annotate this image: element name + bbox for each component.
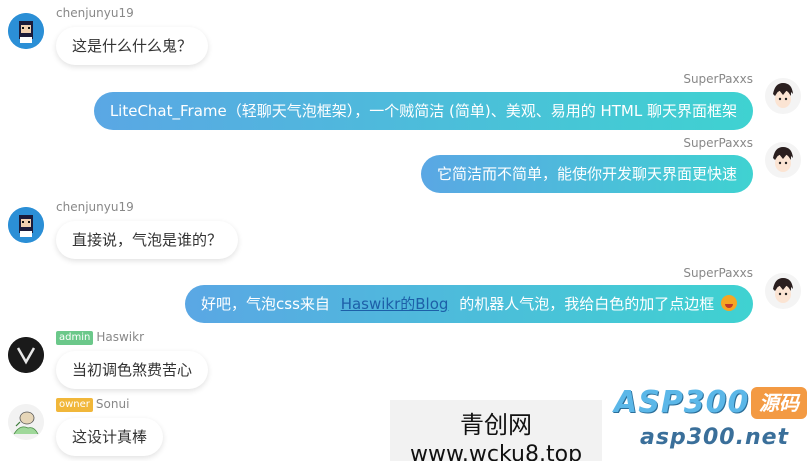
message-bubble: 当初调色煞费苦心	[56, 351, 209, 389]
avatar[interactable]	[8, 337, 44, 373]
message-bubble: 它简洁而不简单，能使你开发聊天界面更快速	[420, 155, 753, 193]
message-bubble: 这是什么什么鬼？	[56, 27, 209, 65]
message-text: 好吧，气泡css来自	[201, 295, 330, 313]
avatar[interactable]	[765, 273, 801, 309]
message-bubble: LiteChat_Frame（轻聊天气泡框架），一个贼简洁 (简单)、美观、易用…	[93, 92, 753, 130]
logo-badge: 源码	[751, 387, 807, 419]
watermark-title: 青创网	[460, 411, 532, 439]
owner-badge: owner	[56, 398, 93, 412]
username: chenjunyu19	[56, 6, 134, 20]
message-bubble: 直接说，气泡是谁的？	[56, 221, 239, 259]
anime-boy-icon	[765, 273, 801, 309]
avatar[interactable]	[765, 78, 801, 114]
message-bubble: 好吧，气泡css来自 Haswikr的Blog 的机器人气泡，我给白色的加了点边…	[185, 285, 753, 323]
username: SuperPaxxs	[683, 266, 753, 280]
anime-boy-icon	[765, 142, 801, 178]
watermark: 青创网 www.wcku8.top	[390, 400, 602, 461]
avatar[interactable]	[8, 13, 44, 49]
username: SuperPaxxs	[683, 72, 753, 86]
message-text: 的机器人气泡，我给白色的加了点边框	[459, 295, 715, 313]
watermark-url: www.wcku8.top	[409, 442, 583, 461]
site-logo: ASP300 源码 asp300.net	[614, 385, 809, 461]
message-bubble: 这设计真棒	[56, 418, 164, 456]
admin-badge: admin	[56, 331, 94, 345]
logo-text: ASP300	[614, 385, 750, 420]
avatar[interactable]	[765, 142, 801, 178]
grinning-tongue-emoji-icon	[721, 295, 737, 311]
user-header: owner Sonui	[56, 397, 129, 412]
anime-boy-icon	[765, 78, 801, 114]
pixel-character-icon	[8, 207, 44, 243]
user-header: admin Haswikr	[56, 330, 144, 345]
v-logo-icon	[8, 337, 44, 373]
username: SuperPaxxs	[683, 136, 753, 150]
blog-link[interactable]: Haswikr的Blog	[341, 295, 449, 313]
sketch-icon	[8, 404, 44, 440]
username: chenjunyu19	[56, 200, 134, 214]
avatar[interactable]	[8, 404, 44, 440]
username: Haswikr	[96, 330, 145, 344]
avatar[interactable]	[8, 207, 44, 243]
logo-domain: asp300.net	[640, 425, 790, 450]
username: Sonui	[95, 397, 130, 411]
pixel-character-icon	[8, 13, 44, 49]
